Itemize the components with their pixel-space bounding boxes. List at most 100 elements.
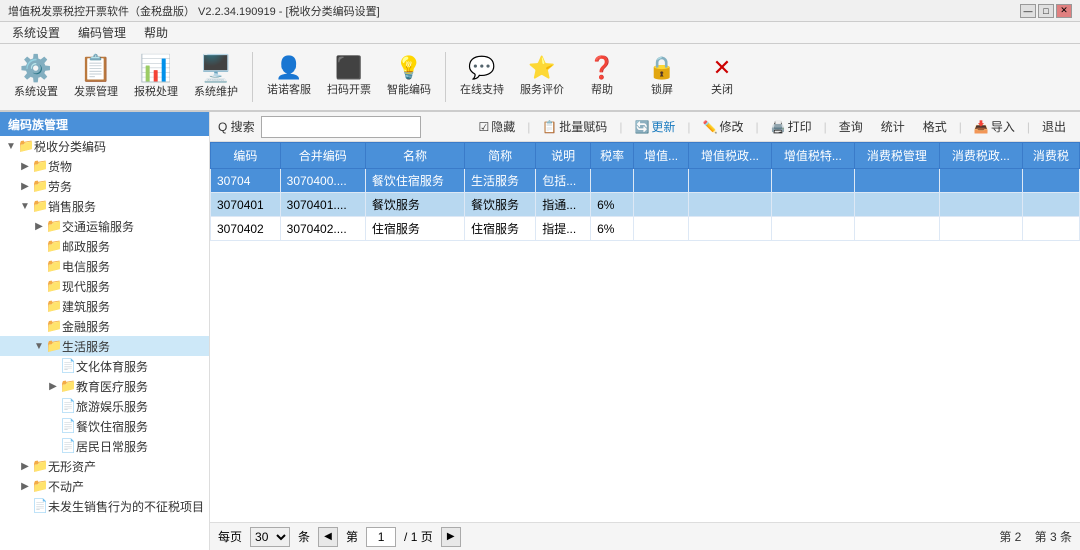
- tree-node-telecom[interactable]: 📁 电信服务: [0, 256, 209, 276]
- tree-node-resident-daily[interactable]: 📄 居民日常服务: [0, 436, 209, 456]
- tree-folder-icon: 📄: [60, 398, 76, 414]
- col-header: 编码: [211, 143, 281, 169]
- tree-folder-icon: 📁: [46, 258, 62, 274]
- tree-node-postal[interactable]: 📁 邮政服务: [0, 236, 209, 256]
- col-header: 增值税政...: [689, 143, 772, 169]
- tree-node-finance[interactable]: 📁 金融服务: [0, 316, 209, 336]
- tree-node-root[interactable]: ▼ 📁 税收分类编码: [0, 136, 209, 156]
- table-row[interactable]: 30704013070401....餐饮服务餐饮服务指通...6%: [211, 193, 1080, 217]
- tree-node-sales-service[interactable]: ▼ 📁 销售服务: [0, 196, 209, 216]
- table-cell: [771, 217, 854, 241]
- table-cell: 6%: [591, 217, 634, 241]
- format-btn[interactable]: 格式: [917, 116, 953, 137]
- table-cell: [939, 193, 1022, 217]
- toolbar-help[interactable]: ❓ 帮助: [574, 48, 630, 106]
- tree-node-goods[interactable]: ▶ 📁 货物: [0, 156, 209, 176]
- table-cell: [771, 169, 854, 193]
- tree-node-non-tax[interactable]: 📄 未发生销售行为的不征税项目: [0, 496, 209, 516]
- per-page-label: 每页: [218, 528, 242, 545]
- toolbar-help-label: 帮助: [591, 81, 613, 97]
- tree-node-construction[interactable]: 📁 建筑服务: [0, 296, 209, 316]
- online-support-icon: 💬: [468, 57, 495, 79]
- tax-icon: 📊: [140, 55, 172, 81]
- query-btn[interactable]: 查询: [833, 116, 869, 137]
- tree-node-life[interactable]: ▼ 📁 生活服务: [0, 336, 209, 356]
- toolbar-service-eval[interactable]: ⭐ 服务评价: [514, 48, 570, 106]
- menu-code-management[interactable]: 编码管理: [70, 22, 134, 43]
- toolbar-lock[interactable]: 🔒 锁屏: [634, 48, 690, 106]
- minimize-button[interactable]: —: [1020, 4, 1036, 18]
- search-input[interactable]: [261, 116, 421, 138]
- tree-expand-icon: ▶: [18, 161, 32, 172]
- toolbar-smart-code[interactable]: 💡 智能编码: [381, 48, 437, 106]
- menu-help[interactable]: 帮助: [136, 22, 176, 43]
- tree-node-catering-hotel[interactable]: 📄 餐饮住宿服务: [0, 416, 209, 436]
- tree-node-culture-sports[interactable]: 📄 文化体育服务: [0, 356, 209, 376]
- tree-label: 电信服务: [62, 258, 110, 275]
- next-page-btn[interactable]: ▶: [441, 527, 461, 547]
- page-input[interactable]: [366, 527, 396, 547]
- table-cell: 餐饮服务: [465, 193, 536, 217]
- help-icon: ❓: [588, 57, 615, 79]
- tree-node-intangible[interactable]: ▶ 📁 无形资产: [0, 456, 209, 476]
- toolbar-system-maint[interactable]: 🖥️ 系统维护: [188, 48, 244, 106]
- menu-system-settings[interactable]: 系统设置: [4, 22, 68, 43]
- batch-code-btn[interactable]: 📋 批量赋码: [536, 116, 613, 137]
- title-text: 增值税发票税控开票软件（金税盘版） V2.2.34.190919 - [税收分类…: [8, 3, 380, 19]
- toolbar-tax-processing[interactable]: 📊 报税处理: [128, 48, 184, 106]
- tree-folder-icon: 📁: [46, 338, 62, 354]
- table-row[interactable]: 307043070400....餐饮住宿服务生活服务包括...: [211, 169, 1080, 193]
- col-header: 说明: [536, 143, 591, 169]
- toolbar-scan[interactable]: ⬛ 扫码开票: [321, 48, 377, 106]
- print-btn[interactable]: 🖨️ 打印: [765, 116, 818, 137]
- tree-node-transport[interactable]: ▶ 📁 交通运输服务: [0, 216, 209, 236]
- toolbar-invoice-mgmt[interactable]: 📋 发票管理: [68, 48, 124, 106]
- col-header: 消费税: [1022, 143, 1079, 169]
- toolbar-nuonuo[interactable]: 👤 诺诺客服: [261, 48, 317, 106]
- toolbar-online-label: 在线支持: [460, 81, 504, 97]
- table-row[interactable]: 30704023070402....住宿服务住宿服务指提...6%: [211, 217, 1080, 241]
- tree-label: 邮政服务: [62, 238, 110, 255]
- tree-node-edu-medical[interactable]: ▶ 📁 教育医疗服务: [0, 376, 209, 396]
- tree-label: 现代服务: [62, 278, 110, 295]
- menu-bar: 系统设置 编码管理 帮助: [0, 22, 1080, 44]
- toolbar-online-support[interactable]: 💬 在线支持: [454, 48, 510, 106]
- toolbar-smart-label: 智能编码: [387, 81, 431, 97]
- table-cell: 住宿服务: [365, 217, 464, 241]
- exit-btn[interactable]: 退出: [1036, 116, 1072, 137]
- tree-folder-icon: 📁: [32, 158, 48, 174]
- col-header: 增值...: [634, 143, 689, 169]
- lock-icon: 🔒: [648, 57, 675, 79]
- sep3: |: [687, 120, 690, 134]
- tree-node-modern[interactable]: 📁 现代服务: [0, 276, 209, 296]
- toolbar-close[interactable]: ✕ 关闭: [694, 48, 750, 106]
- tree-node-travel-entertain[interactable]: 📄 旅游娱乐服务: [0, 396, 209, 416]
- maximize-button[interactable]: □: [1038, 4, 1054, 18]
- per-page-select[interactable]: 30 50 100: [250, 527, 290, 547]
- system-settings-icon: ⚙️: [20, 55, 52, 81]
- table-cell: [689, 169, 772, 193]
- tree-folder-icon: 📁: [46, 278, 62, 294]
- hidden-btn[interactable]: ☑ 隐藏: [472, 116, 521, 137]
- prev-page-btn[interactable]: ◀: [318, 527, 338, 547]
- close-button[interactable]: ✕: [1056, 4, 1072, 18]
- stat-btn[interactable]: 统计: [875, 116, 911, 137]
- modify-btn[interactable]: ✏️ 修改: [697, 116, 750, 137]
- toolbar-system-settings[interactable]: ⚙️ 系统设置: [8, 48, 64, 106]
- table-cell: 3070401....: [280, 193, 365, 217]
- tree-label: 金融服务: [62, 318, 110, 335]
- tree-label: 未发生销售行为的不征税项目: [48, 498, 204, 515]
- update-btn[interactable]: 🔄 更新: [628, 116, 681, 137]
- toolbar-maint-label: 系统维护: [194, 83, 238, 99]
- table-cell: 指提...: [536, 217, 591, 241]
- tree-label: 交通运输服务: [62, 218, 134, 235]
- col-header: 合并编码: [280, 143, 365, 169]
- tree-node-real-estate[interactable]: ▶ 📁 不动产: [0, 476, 209, 496]
- tree-folder-icon: 📁: [32, 458, 48, 474]
- tree-node-labor[interactable]: ▶ 📁 劳务: [0, 176, 209, 196]
- table-cell: [591, 169, 634, 193]
- modify-icon: ✏️: [703, 120, 718, 134]
- tree-container: ▼ 📁 税收分类编码 ▶ 📁 货物 ▶ 📁 劳务 ▼ 📁 销售服务 ▶ 📁 交通…: [0, 136, 209, 516]
- import-btn[interactable]: 📥 导入: [968, 116, 1021, 137]
- title-bar: 增值税发票税控开票软件（金税盘版） V2.2.34.190919 - [税收分类…: [0, 0, 1080, 22]
